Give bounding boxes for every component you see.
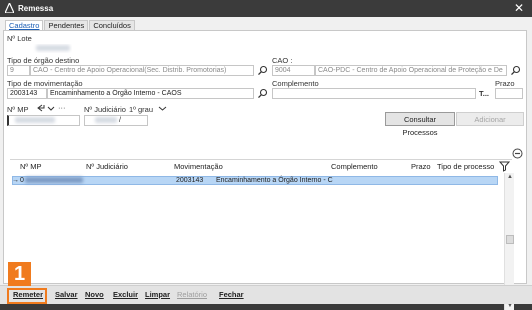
window-title: Remessa — [18, 4, 54, 13]
cao-desc-field[interactable]: CAO-PDC - Centro de Apoio Operacional de… — [315, 65, 507, 76]
n-lote-field[interactable] — [7, 43, 73, 54]
tipo-orgao-code-field[interactable]: 9 — [7, 65, 30, 76]
tipo-mov-label: Tipo de movimentação — [7, 79, 83, 88]
tipo-orgao-desc-field[interactable]: CAO - Centro de Apoio Operacional(Sec. D… — [30, 65, 254, 76]
cell-mov-code[interactable]: 2003143 — [176, 177, 203, 185]
grid-header: Nº MP Nº Judiciário Movimentação Complem… — [10, 160, 511, 173]
cao-code-field[interactable]: 9004 — [272, 65, 315, 76]
app-icon — [4, 1, 15, 15]
remove-row-icon[interactable] — [512, 148, 523, 159]
prazo-label: Prazo — [495, 79, 515, 88]
col-movimentacao[interactable]: Movimentação — [174, 162, 223, 171]
n-lote-label: Nº Lote — [7, 34, 32, 43]
search-icon[interactable] — [257, 88, 268, 99]
step-badge: 1 — [8, 262, 31, 286]
title-bar: Remessa ✕ — [0, 0, 532, 17]
bottom-toolbar: Remeter Salvar Novo Excluir Limpar Relat… — [0, 285, 532, 304]
novo-button[interactable]: Novo — [85, 290, 104, 299]
close-icon[interactable]: ✕ — [514, 1, 524, 15]
cao-label: CAO : — [272, 56, 293, 65]
fechar-button[interactable]: Fechar — [219, 290, 244, 299]
consultar-processos-button[interactable]: Consultar Processos — [385, 112, 455, 137]
remeter-highlight — [7, 288, 47, 304]
complemento-field[interactable] — [272, 88, 476, 99]
complemento-label: Complemento — [272, 79, 319, 88]
col-n-judiciario[interactable]: Nº Judiciário — [86, 162, 128, 171]
salvar-button[interactable]: Salvar — [55, 290, 78, 299]
more-options-icon[interactable]: ··· — [58, 103, 66, 112]
tipo-orgao-label: Tipo de órgão destino — [7, 56, 80, 65]
cell-mov-text[interactable]: Encaminhamento a Órgão Interno - C — [216, 177, 333, 185]
n-mp-label: Nº MP — [7, 105, 29, 114]
scroll-up-icon[interactable]: ▲ — [506, 174, 514, 180]
scroll-thumb[interactable] — [506, 235, 514, 244]
chevron-down-icon[interactable] — [157, 103, 168, 114]
row-marker-icon: → — [12, 177, 19, 184]
prazo-field[interactable] — [495, 88, 523, 99]
excluir-button[interactable]: Excluir — [113, 290, 138, 299]
complemento-text-button[interactable]: T... — [479, 89, 489, 98]
tipo-mov-desc-field[interactable]: Encaminhamento a Órgão Interno - CAOS — [47, 88, 254, 99]
relatorio-button[interactable]: Relatório — [177, 290, 207, 299]
remessa-window: Remessa ✕ Cadastro Pendentes Concluídos … — [0, 0, 532, 310]
filter-icon[interactable] — [498, 161, 511, 172]
n-judiciario-field[interactable]: / — [84, 115, 148, 126]
grau-select[interactable]: 1º grau — [129, 105, 153, 114]
col-n-mp[interactable]: Nº MP — [20, 162, 42, 171]
col-complemento[interactable]: Complemento — [331, 162, 378, 171]
tipo-mov-code-field[interactable]: 2003143 — [7, 88, 47, 99]
search-icon[interactable] — [257, 65, 268, 76]
n-judiciario-value: / — [118, 117, 121, 124]
table-row[interactable]: → 0 2003143 Encaminhamento a Órgão Inter… — [12, 176, 498, 185]
back-arrow-icon[interactable] — [36, 103, 56, 114]
col-prazo[interactable]: Prazo — [411, 162, 431, 171]
cell-n-mp[interactable]: 0 — [20, 177, 83, 185]
cadastro-panel: Nº Lote Tipo de órgão destino 9 CAO - Ce… — [3, 30, 527, 310]
search-icon[interactable] — [510, 65, 521, 76]
limpar-button[interactable]: Limpar — [145, 290, 170, 299]
n-mp-field[interactable] — [7, 115, 80, 126]
col-tipo-processo[interactable]: Tipo de processo — [437, 162, 494, 171]
n-judiciario-label: Nº Judiciário — [84, 105, 126, 114]
adicionar-button[interactable]: Adicionar — [456, 112, 524, 126]
